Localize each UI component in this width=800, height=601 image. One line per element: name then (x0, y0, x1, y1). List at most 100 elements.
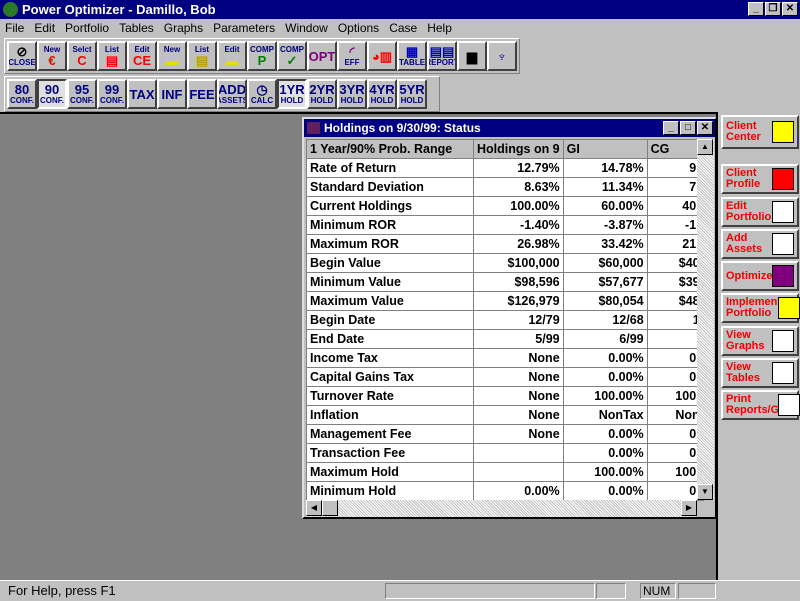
nav-icon (778, 394, 800, 416)
toolbar-button[interactable]: ADD ASSETS (217, 79, 247, 109)
window-close-button[interactable]: ✕ (697, 121, 713, 135)
cell-value: $98,596 (473, 272, 564, 292)
cell-value: NonTax (562, 405, 648, 425)
menu-case[interactable]: Case (384, 19, 422, 37)
menu-edit[interactable]: Edit (29, 19, 60, 37)
toolbar-button[interactable]: 99 CONF. (97, 79, 127, 109)
menu-tables[interactable]: Tables (114, 19, 159, 37)
toolbar-button[interactable]: ♆ (487, 41, 517, 71)
toolbar-button[interactable]: New ▬ (157, 41, 187, 71)
scroll-down-button[interactable]: ▼ (697, 484, 713, 500)
scroll-thumb[interactable] (322, 500, 338, 516)
toolbar-button[interactable]: FEE (187, 79, 217, 109)
button-icon: FEE (189, 86, 215, 102)
row-label: Standard Deviation (306, 177, 474, 197)
row-label: Minimum Value (306, 272, 474, 292)
nav-button-client-profile[interactable]: Client Profile (721, 164, 799, 194)
button-icon: 99 (104, 82, 120, 97)
toolbar-button[interactable]: ◜ EFF (337, 41, 367, 71)
table-row: Begin Value $100,000 $60,000 $40 (306, 253, 704, 273)
table-row: Maximum Hold 100.00% 100. (306, 462, 704, 482)
toolbar-button[interactable]: COMP ✓ (277, 41, 307, 71)
cell-value: 5/99 (473, 329, 564, 349)
toolbar-button[interactable]: 90 CONF. (37, 79, 67, 109)
button-sub-label: EFF (344, 58, 360, 67)
scroll-up-button[interactable]: ▲ (697, 139, 713, 155)
toolbar-button[interactable]: ▆ (457, 41, 487, 71)
menu-parameters[interactable]: Parameters (208, 19, 280, 37)
column-header[interactable]: GI (562, 139, 648, 159)
cell-value: Non (646, 405, 704, 425)
menu-graphs[interactable]: Graphs (159, 19, 208, 37)
column-header[interactable]: Holdings on 9 (473, 139, 564, 159)
toolbar-button[interactable]: COMP P (247, 41, 277, 71)
toolbar-button[interactable]: 5YR HOLD (397, 79, 427, 109)
cell-value: None (473, 424, 564, 444)
close-button[interactable]: ✕ (782, 2, 798, 16)
row-label: Inflation (306, 405, 474, 425)
toolbar-button[interactable]: 95 CONF. (67, 79, 97, 109)
toolbar-button[interactable]: New € (37, 41, 67, 71)
window-minimize-button[interactable]: _ (663, 121, 679, 135)
column-header[interactable]: CG (646, 139, 704, 159)
cell-value: 14.78% (562, 158, 648, 178)
menu-help[interactable]: Help (422, 19, 457, 37)
nav-button-client-center[interactable]: Client Center (721, 115, 799, 149)
toolbar-button[interactable]: INF (157, 79, 187, 109)
toolbar-button[interactable]: ▦ TABLE (397, 41, 427, 71)
nav-button-add-assets[interactable]: Add Assets (721, 229, 799, 259)
toolbar-button[interactable]: 4YR HOLD (367, 79, 397, 109)
nav-icon (772, 121, 794, 143)
toolbar-button[interactable]: List ▤ (97, 41, 127, 71)
cell-value: 0.00% (562, 367, 648, 387)
vertical-scrollbar[interactable]: ▲ ▼ (697, 139, 714, 500)
restore-button[interactable]: ❐ (765, 2, 781, 16)
button-icon: C (77, 53, 87, 68)
button-icon: 1YR (279, 82, 305, 97)
menu-file[interactable]: File (0, 19, 29, 37)
nav-button-optimize[interactable]: Optimize (721, 261, 799, 291)
nav-button-view-tables[interactable]: View Tables (721, 358, 799, 388)
toolbar-button[interactable]: 2YR HOLD (307, 79, 337, 109)
menu-portfolio[interactable]: Portfolio (60, 19, 114, 37)
toolbar-button[interactable]: TAX (127, 79, 157, 109)
horizontal-scrollbar[interactable]: ◀ ▶ (306, 500, 697, 517)
table-row: Minimum Hold 0.00% 0.00% 0. (306, 481, 704, 501)
holdings-window-titlebar: Holdings on 9/30/99: Status _ □ ✕ (304, 119, 715, 137)
nav-button-print-reports-graphs[interactable]: Print Reports/Graphs (721, 390, 800, 420)
menu-window[interactable]: Window (280, 19, 333, 37)
nav-button-implement-portfolio[interactable]: Implement Portfolio (721, 293, 800, 323)
cell-value: -3.87% (562, 215, 648, 235)
toolbar-button[interactable]: Selct C (67, 41, 97, 71)
minimize-button[interactable]: _ (748, 2, 764, 16)
toolbar-button[interactable]: 3YR HOLD (337, 79, 367, 109)
cell-value: 6/99 (562, 329, 648, 349)
menu-options[interactable]: Options (333, 19, 384, 37)
cell-value: -1. (646, 215, 704, 235)
window-maximize-button[interactable]: □ (680, 121, 696, 135)
cell-value: 100. (646, 386, 704, 406)
nav-button-edit-portfolio[interactable]: Edit Portfolio (721, 197, 799, 227)
toolbar-button[interactable]: OPT (307, 41, 337, 71)
scroll-left-button[interactable]: ◀ (306, 500, 322, 516)
cell-value: 33.42% (562, 234, 648, 254)
toolbar-button[interactable]: 1YR HOLD (277, 79, 307, 109)
toolbar-button[interactable]: ◷ CALC (247, 79, 277, 109)
toolbar-button[interactable]: ◕▥ (367, 41, 397, 71)
toolbar-button[interactable]: 80 CONF. (7, 79, 37, 109)
toolbar-button[interactable]: List ▤ (187, 41, 217, 71)
nav-button-view-graphs[interactable]: View Graphs (721, 326, 799, 356)
nav-button-label: View Tables (726, 361, 761, 384)
button-sub-label: HOLD (340, 96, 364, 105)
cell-value: $60,000 (562, 253, 648, 273)
toolbar-button[interactable]: ▤▤REPORT (427, 41, 457, 71)
toolbar-button[interactable]: Edit ▬ (217, 41, 247, 71)
toolbar-button[interactable]: ⊘ CLOSE (7, 41, 37, 71)
scroll-right-button[interactable]: ▶ (681, 500, 697, 516)
cell-value: 100.00% (562, 386, 648, 406)
toolbar-button[interactable]: Edit CE (127, 41, 157, 71)
button-sub-label: HOLD (280, 96, 304, 105)
row-label: Management Fee (306, 424, 474, 444)
column-header[interactable]: 1 Year/90% Prob. Range (306, 139, 474, 159)
button-icon: ▦ (405, 44, 419, 59)
